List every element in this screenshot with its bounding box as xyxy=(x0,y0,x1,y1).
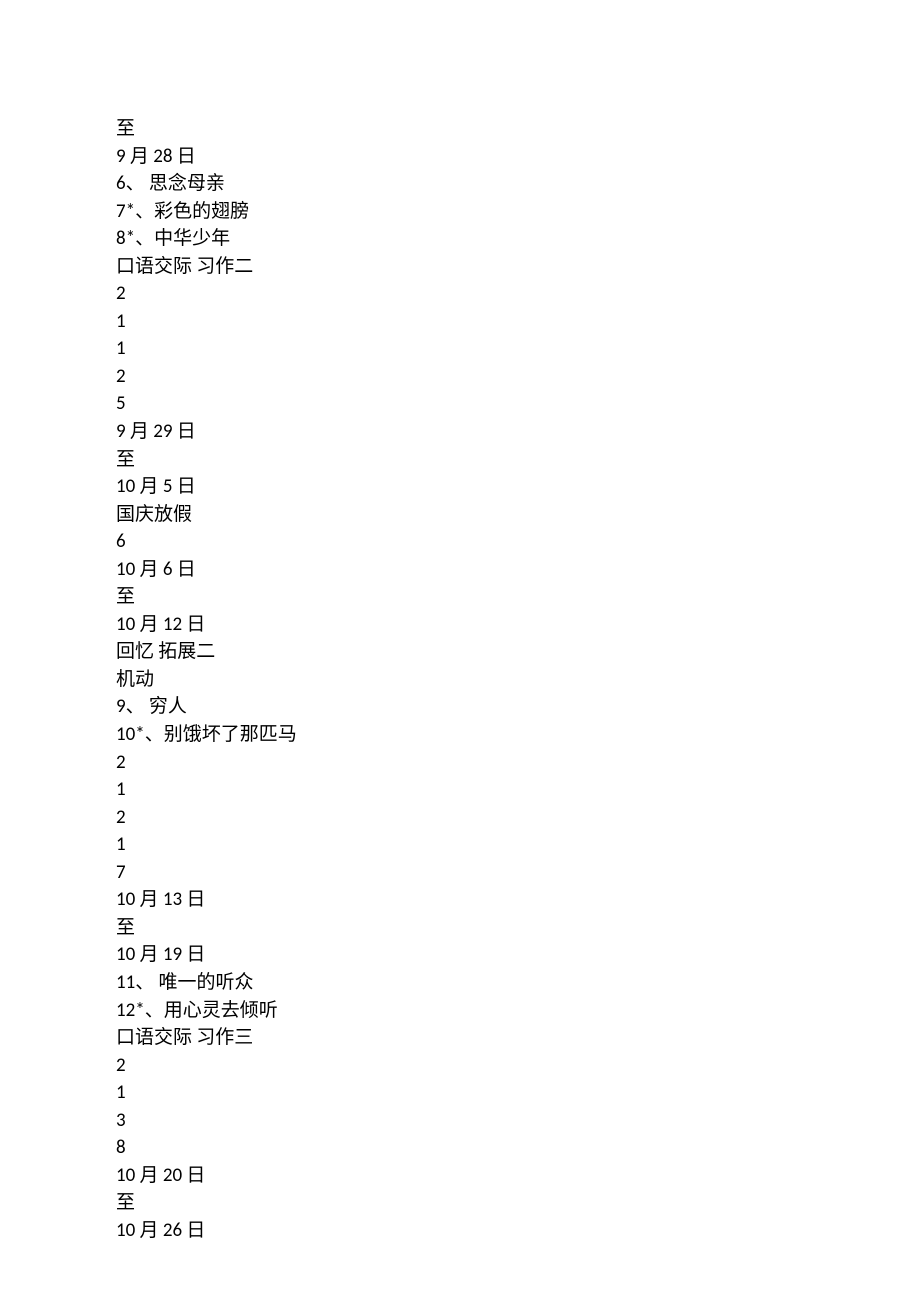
text-line: 国庆放假 xyxy=(116,501,920,529)
text-line: 9 月 29 日 xyxy=(116,418,920,446)
text-line: 9 月 28 日 xyxy=(116,143,920,171)
text-line: 至 xyxy=(116,914,920,942)
text-line: 至 xyxy=(116,446,920,474)
text-line: 8*、中华少年 xyxy=(116,225,920,253)
text-line: 10 月 6 日 xyxy=(116,556,920,584)
text-line: 1 xyxy=(116,831,920,859)
text-line: 回忆 拓展二 xyxy=(116,638,920,666)
text-line: 至 xyxy=(116,115,920,143)
text-line: 1 xyxy=(116,1079,920,1107)
text-line: 9、 穷人 xyxy=(116,693,920,721)
text-line: 7*、彩色的翅膀 xyxy=(116,198,920,226)
text-line: 11、 唯一的听众 xyxy=(116,969,920,997)
text-line: 12*、用心灵去倾听 xyxy=(116,997,920,1025)
text-line: 5 xyxy=(116,390,920,418)
text-line: 至 xyxy=(116,1189,920,1217)
text-line: 10 月 19 日 xyxy=(116,941,920,969)
text-line: 1 xyxy=(116,776,920,804)
text-line: 6 xyxy=(116,528,920,556)
text-line: 2 xyxy=(116,363,920,391)
text-line: 10 月 12 日 xyxy=(116,611,920,639)
text-line: 7 xyxy=(116,859,920,887)
text-line: 10 月 20 日 xyxy=(116,1162,920,1190)
document-page: 至 9 月 28 日 6、 思念母亲 7*、彩色的翅膀 8*、中华少年 口语交际… xyxy=(0,0,920,1302)
text-line: 10 月 26 日 xyxy=(116,1217,920,1245)
text-line: 口语交际 习作三 xyxy=(116,1024,920,1052)
text-line: 8 xyxy=(116,1134,920,1162)
text-line: 至 xyxy=(116,583,920,611)
text-line: 3 xyxy=(116,1107,920,1135)
text-line: 2 xyxy=(116,804,920,832)
text-line: 2 xyxy=(116,280,920,308)
text-line: 6、 思念母亲 xyxy=(116,170,920,198)
text-line: 机动 xyxy=(116,666,920,694)
text-line: 2 xyxy=(116,749,920,777)
text-line: 10 月 13 日 xyxy=(116,886,920,914)
text-line: 1 xyxy=(116,308,920,336)
text-line: 10 月 5 日 xyxy=(116,473,920,501)
text-line: 1 xyxy=(116,335,920,363)
text-line: 口语交际 习作二 xyxy=(116,253,920,281)
text-line: 10*、别饿坏了那匹马 xyxy=(116,721,920,749)
text-line: 2 xyxy=(116,1052,920,1080)
